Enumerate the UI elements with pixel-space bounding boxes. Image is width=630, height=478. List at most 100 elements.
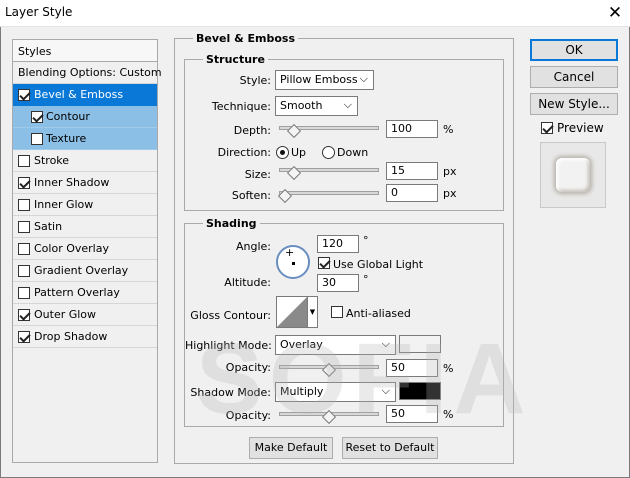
style-item-drop-shadow[interactable]: Drop Shadow xyxy=(13,326,157,348)
style-item-stroke[interactable]: Stroke xyxy=(13,150,157,172)
size-slider-thumb[interactable] xyxy=(286,165,301,181)
soften-slider-thumb[interactable] xyxy=(277,188,293,204)
styles-header[interactable]: Styles xyxy=(13,40,157,62)
style-item-gradient-overlay[interactable]: Gradient Overlay xyxy=(13,260,157,282)
style-item-pattern-overlay[interactable]: Pattern Overlay xyxy=(13,282,157,304)
make-default-button[interactable]: Make Default xyxy=(249,437,333,459)
style-item-label: Bevel & Emboss xyxy=(34,88,124,101)
shadow-mode-label: Shadow Mode: xyxy=(190,386,271,399)
angle-input[interactable]: 120 xyxy=(317,235,359,253)
reset-to-default-button[interactable]: Reset to Default xyxy=(342,437,438,459)
highlight-opacity-slider[interactable] xyxy=(279,362,379,378)
texture-checkbox[interactable] xyxy=(31,133,43,145)
close-icon[interactable]: ✕ xyxy=(600,0,630,27)
shading-group: Shading Angle: + 120 ° Use Global Light … xyxy=(184,217,504,427)
style-select[interactable]: Pillow Emboss ⌵ xyxy=(275,70,374,90)
style-item-color-overlay[interactable]: Color Overlay xyxy=(13,238,157,260)
style-item-inner-shadow[interactable]: Inner Shadow xyxy=(13,172,157,194)
style-item-texture[interactable]: Texture xyxy=(13,128,157,150)
shadow-opacity-label: Opacity: xyxy=(225,409,271,422)
anti-aliased-checkbox[interactable] xyxy=(331,306,343,318)
blending-options-item[interactable]: Blending Options: Custom xyxy=(13,62,162,84)
depth-value: 100 xyxy=(391,122,412,135)
style-item-label: Stroke xyxy=(34,154,70,167)
soften-input[interactable]: 0 xyxy=(386,184,438,202)
style-item-label: Outer Glow xyxy=(34,308,97,321)
depth-slider-thumb[interactable] xyxy=(286,123,301,139)
depth-label: Depth: xyxy=(233,124,271,137)
style-item-inner-glow[interactable]: Inner Glow xyxy=(13,194,157,216)
depth-unit: % xyxy=(443,123,454,136)
contour-checkbox[interactable] xyxy=(31,111,43,123)
style-item-label: Gradient Overlay xyxy=(34,264,129,277)
preview-checkbox[interactable] xyxy=(541,122,553,134)
global-light-checkbox[interactable] xyxy=(318,257,330,269)
shadow-mode-select[interactable]: Multiply ⌵ xyxy=(275,382,396,402)
highlight-opacity-unit: % xyxy=(443,362,454,375)
chevron-down-icon: ⌵ xyxy=(359,72,368,85)
direction-down-label: Down xyxy=(337,146,369,159)
highlight-mode-label: Highlight Mode: xyxy=(185,339,272,352)
highlight-mode-select[interactable]: Overlay ⌵ xyxy=(275,335,396,355)
highlight-opacity-value: 50 xyxy=(391,361,405,374)
size-label: Size: xyxy=(244,168,271,181)
highlight-opacity-input[interactable]: 50 xyxy=(386,359,438,377)
chevron-down-icon: ⌵ xyxy=(381,337,390,350)
soften-slider[interactable] xyxy=(277,188,379,204)
outer-glow-checkbox[interactable] xyxy=(18,309,30,321)
technique-select-value: Smooth xyxy=(280,99,323,112)
new-style-button[interactable]: New Style... xyxy=(530,93,618,115)
style-item-contour[interactable]: Contour xyxy=(13,106,157,128)
color-overlay-checkbox[interactable] xyxy=(18,243,30,255)
style-item-bevel-emboss[interactable]: Bevel & Emboss xyxy=(13,84,157,106)
style-select-value: Pillow Emboss xyxy=(280,73,358,86)
style-item-label: Contour xyxy=(46,110,90,123)
altitude-label: Altitude: xyxy=(224,276,271,289)
style-item-label: Drop Shadow xyxy=(34,330,108,343)
bevel-emboss-checkbox[interactable] xyxy=(18,89,30,101)
inner-shadow-checkbox[interactable] xyxy=(18,177,30,189)
shadow-color-swatch[interactable] xyxy=(399,382,441,400)
structure-title: Structure xyxy=(203,53,268,66)
inner-glow-checkbox[interactable] xyxy=(18,199,30,211)
cancel-button[interactable]: Cancel xyxy=(530,66,618,88)
chevron-down-icon: ⌵ xyxy=(343,98,352,111)
depth-input[interactable]: 100 xyxy=(386,120,438,138)
technique-select[interactable]: Smooth ⌵ xyxy=(275,96,358,116)
preview-swatch xyxy=(556,158,590,192)
satin-checkbox[interactable] xyxy=(18,221,30,233)
technique-label: Technique: xyxy=(211,100,271,113)
size-value: 15 xyxy=(391,164,405,177)
size-slider[interactable] xyxy=(279,165,379,181)
ok-button[interactable]: OK xyxy=(530,39,618,61)
drop-shadow-checkbox[interactable] xyxy=(18,331,30,343)
shadow-opacity-input[interactable]: 50 xyxy=(386,405,438,423)
dial-center-dot xyxy=(292,262,295,265)
altitude-unit: ° xyxy=(363,273,369,286)
style-item-satin[interactable]: Satin xyxy=(13,216,157,238)
shadow-opacity-unit: % xyxy=(443,408,454,421)
shadow-opacity-thumb[interactable] xyxy=(321,409,337,425)
highlight-color-swatch[interactable] xyxy=(399,335,441,353)
altitude-input[interactable]: 30 xyxy=(317,274,359,292)
style-item-label: Satin xyxy=(34,220,63,233)
angle-dial[interactable]: + xyxy=(276,245,310,279)
shadow-opacity-slider[interactable] xyxy=(279,409,379,425)
direction-down-radio[interactable] xyxy=(322,146,335,159)
direction-up-radio[interactable] xyxy=(276,146,289,159)
style-label: Style: xyxy=(239,74,271,87)
style-item-outer-glow[interactable]: Outer Glow xyxy=(13,304,157,326)
highlight-opacity-thumb[interactable] xyxy=(321,362,337,378)
blending-options-label: Blending Options: Custom xyxy=(18,66,162,79)
size-input[interactable]: 15 xyxy=(386,162,438,180)
gradient-overlay-checkbox[interactable] xyxy=(18,265,30,277)
style-item-label: Inner Glow xyxy=(34,198,94,211)
contour-dropdown-arrow-icon[interactable]: ▼ xyxy=(307,297,317,327)
pattern-overlay-checkbox[interactable] xyxy=(18,287,30,299)
depth-slider[interactable] xyxy=(279,123,379,139)
soften-unit: px xyxy=(443,187,457,200)
gloss-contour-picker[interactable]: ▼ xyxy=(276,296,318,328)
title-bar: Layer Style ✕ xyxy=(0,0,630,27)
stroke-checkbox[interactable] xyxy=(18,155,30,167)
shadow-mode-value: Multiply xyxy=(280,385,324,398)
